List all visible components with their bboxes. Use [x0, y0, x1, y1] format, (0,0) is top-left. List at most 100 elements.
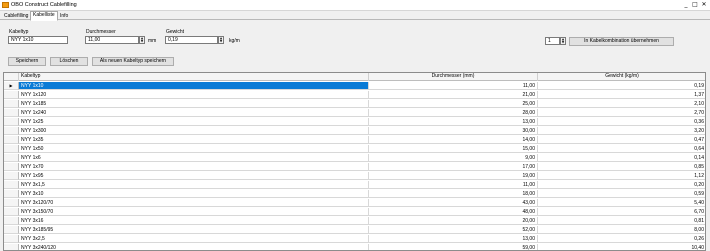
gewicht-cell[interactable]: 0,14: [538, 154, 705, 162]
table-row[interactable]: NYY 1x35 14,00 0,47: [4, 136, 705, 144]
gewicht-stepper[interactable]: ▲ ▼: [218, 36, 224, 44]
gewicht-cell[interactable]: 0,26: [538, 235, 705, 243]
gewicht-cell[interactable]: 2,10: [538, 100, 705, 108]
table-row[interactable]: NYY 1x6 9,00 0,14: [4, 154, 705, 162]
cable-table[interactable]: Kabeltyp Durchmesser (mm) Gewicht (kg/m)…: [3, 72, 706, 251]
table-row[interactable]: NYY 1x120 21,00 1,37: [4, 91, 705, 99]
durchmesser-cell[interactable]: 30,00: [369, 127, 538, 135]
current-row-indicator-icon[interactable]: ▶: [4, 82, 19, 90]
durchmesser-cell[interactable]: 13,00: [369, 235, 538, 243]
spin-down-icon[interactable]: ▼: [219, 40, 223, 43]
durchmesser-cell[interactable]: 43,00: [369, 199, 538, 207]
speichern-button[interactable]: Speichern: [8, 57, 46, 66]
table-row[interactable]: NYY 1x25 13,00 0,36: [4, 118, 705, 126]
kabeltyp-cell[interactable]: NYY 3x16: [19, 217, 369, 225]
kabeltyp-cell[interactable]: NYY 1x10: [19, 82, 369, 90]
gewicht-cell[interactable]: 0,36: [538, 118, 705, 126]
durchmesser-cell[interactable]: 19,00: [369, 172, 538, 180]
gewicht-cell[interactable]: 0,64: [538, 145, 705, 153]
row-header[interactable]: [4, 136, 19, 144]
row-header[interactable]: [4, 199, 19, 207]
durchmesser-input[interactable]: 11,00: [85, 36, 139, 44]
table-row[interactable]: NYY 3x10 18,00 0,59: [4, 190, 705, 198]
gewicht-cell[interactable]: 0,20: [538, 181, 705, 189]
kabeltyp-cell[interactable]: NYY 3x120/70: [19, 199, 369, 207]
row-header[interactable]: [4, 172, 19, 180]
durchmesser-cell[interactable]: 18,00: [369, 190, 538, 198]
durchmesser-cell[interactable]: 59,00: [369, 244, 538, 250]
row-header[interactable]: [4, 190, 19, 198]
row-header[interactable]: [4, 208, 19, 216]
table-row[interactable]: NYY 3x120/70 43,00 5,40: [4, 199, 705, 207]
spin-down-icon[interactable]: ▼: [140, 40, 144, 43]
maximize-button[interactable]: □: [691, 1, 699, 9]
column-header-durchmesser[interactable]: Durchmesser (mm): [369, 73, 538, 81]
kabeltyp-cell[interactable]: NYY 3x150/70: [19, 208, 369, 216]
gewicht-cell[interactable]: 0,59: [538, 190, 705, 198]
table-row[interactable]: NYY 1x240 28,00 2,70: [4, 109, 705, 117]
gewicht-cell[interactable]: 0,85: [538, 163, 705, 171]
durchmesser-cell[interactable]: 17,00: [369, 163, 538, 171]
gewicht-cell[interactable]: 1,37: [538, 91, 705, 99]
kabeltyp-cell[interactable]: NYY 1x70: [19, 163, 369, 171]
minimize-button[interactable]: _: [682, 1, 690, 9]
tab-cablefilling[interactable]: Cablefilling: [1, 12, 31, 20]
durchmesser-cell[interactable]: 25,00: [369, 100, 538, 108]
table-row[interactable]: ▶ NYY 1x10 11,00 0,19: [4, 82, 705, 90]
row-header[interactable]: [4, 226, 19, 234]
tab-kabelliste[interactable]: Kabelliste: [30, 11, 58, 21]
gewicht-cell[interactable]: 6,70: [538, 208, 705, 216]
kabeltyp-cell[interactable]: NYY 1x120: [19, 91, 369, 99]
loeschen-button[interactable]: Löschen: [50, 57, 88, 66]
spin-down-icon[interactable]: ▼: [561, 41, 565, 44]
kabeltyp-cell[interactable]: NYY 1x25: [19, 118, 369, 126]
durchmesser-cell[interactable]: 20,00: [369, 217, 538, 225]
row-header[interactable]: [4, 235, 19, 243]
kabeltyp-input[interactable]: NYY 1x10: [8, 36, 68, 44]
gewicht-cell[interactable]: 8,00: [538, 226, 705, 234]
kabeltyp-cell[interactable]: NYY 1x95: [19, 172, 369, 180]
gewicht-cell[interactable]: 0,19: [538, 82, 705, 90]
kabeltyp-cell[interactable]: NYY 3x1,5: [19, 181, 369, 189]
table-row[interactable]: NYY 1x70 17,00 0,85: [4, 163, 705, 171]
als-neuen-kabeltyp-speichern-button[interactable]: Als neuen Kabeltyp speichern: [92, 57, 174, 66]
durchmesser-cell[interactable]: 14,00: [369, 136, 538, 144]
gewicht-cell[interactable]: 1,12: [538, 172, 705, 180]
row-header[interactable]: [4, 181, 19, 189]
gewicht-cell[interactable]: 3,20: [538, 127, 705, 135]
table-row[interactable]: NYY 3x240/120 59,00 10,40: [4, 244, 705, 250]
tab-info[interactable]: Info: [57, 12, 71, 20]
gewicht-cell[interactable]: 10,40: [538, 244, 705, 250]
row-header[interactable]: [4, 154, 19, 162]
row-header[interactable]: [4, 244, 19, 250]
close-button[interactable]: ✕: [700, 1, 708, 9]
column-header-kabeltyp[interactable]: Kabeltyp: [19, 73, 369, 81]
durchmesser-cell[interactable]: 13,00: [369, 118, 538, 126]
row-header[interactable]: [4, 100, 19, 108]
kabeltyp-cell[interactable]: NYY 1x6: [19, 154, 369, 162]
kabeltyp-cell[interactable]: NYY 3x240/120: [19, 244, 369, 250]
durchmesser-cell[interactable]: 52,00: [369, 226, 538, 234]
kabeltyp-cell[interactable]: NYY 1x185: [19, 100, 369, 108]
table-row[interactable]: NYY 1x50 15,00 0,64: [4, 145, 705, 153]
row-header[interactable]: [4, 145, 19, 153]
durchmesser-cell[interactable]: 15,00: [369, 145, 538, 153]
gewicht-input[interactable]: 0,19: [165, 36, 218, 44]
gewicht-cell[interactable]: 0,81: [538, 217, 705, 225]
uebernehmen-button[interactable]: In Kabelkombination übernehmen: [569, 37, 674, 46]
kabeltyp-cell[interactable]: NYY 1x50: [19, 145, 369, 153]
kabeltyp-cell[interactable]: NYY 1x35: [19, 136, 369, 144]
table-row[interactable]: NYY 3x1,5 11,00 0,20: [4, 181, 705, 189]
durchmesser-cell[interactable]: 9,00: [369, 154, 538, 162]
row-header[interactable]: [4, 127, 19, 135]
table-row[interactable]: NYY 3x16 20,00 0,81: [4, 217, 705, 225]
gewicht-cell[interactable]: 2,70: [538, 109, 705, 117]
table-row[interactable]: NYY 3x2,5 13,00 0,26: [4, 235, 705, 243]
durchmesser-cell[interactable]: 21,00: [369, 91, 538, 99]
row-header[interactable]: [4, 217, 19, 225]
kabeltyp-cell[interactable]: NYY 3x10: [19, 190, 369, 198]
row-header[interactable]: [4, 118, 19, 126]
table-row[interactable]: NYY 1x300 30,00 3,20: [4, 127, 705, 135]
table-row[interactable]: NYY 3x150/70 48,00 6,70: [4, 208, 705, 216]
table-row[interactable]: NYY 1x185 25,00 2,10: [4, 100, 705, 108]
